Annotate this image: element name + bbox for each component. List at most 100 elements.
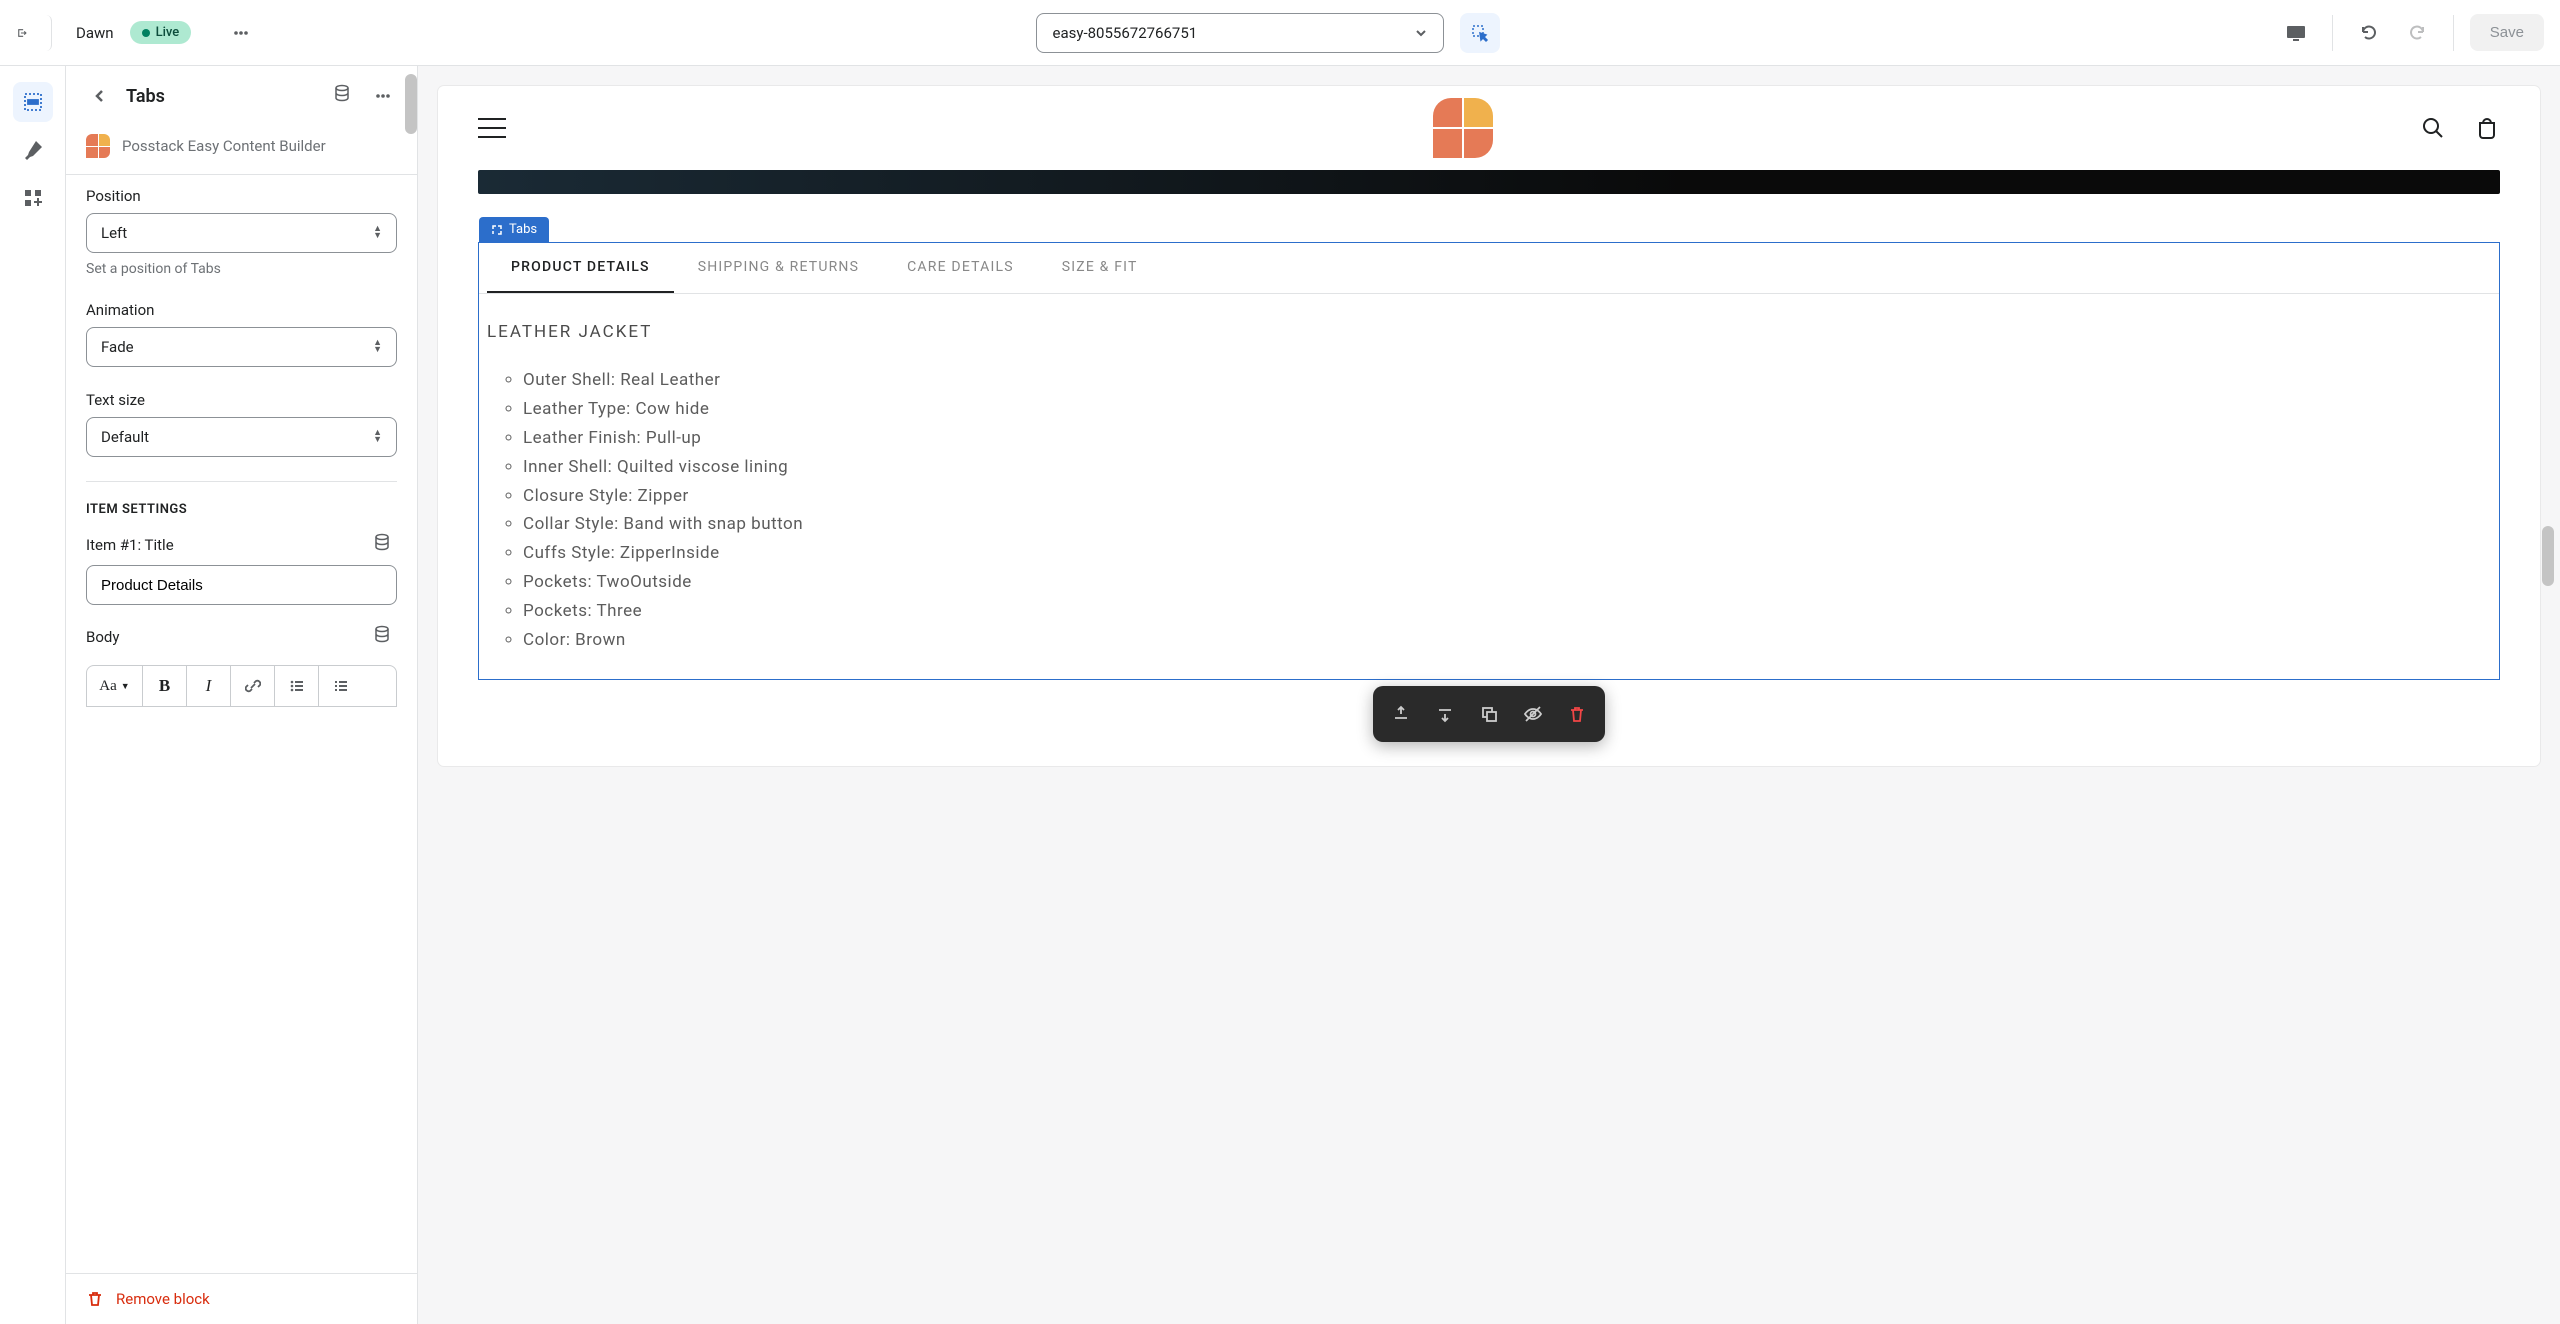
database-icon	[333, 84, 351, 102]
menu-button[interactable]	[478, 118, 506, 138]
dots-icon	[232, 24, 250, 42]
item1-title-label: Item #1: Title	[86, 536, 174, 554]
list-item: Cuffs Style: ZipperInside	[523, 539, 2491, 568]
body-label: Body	[86, 628, 119, 646]
bullet-list-icon	[289, 678, 305, 694]
undo-icon	[2359, 23, 2379, 43]
undo-button[interactable]	[2349, 13, 2389, 53]
desktop-icon	[2286, 24, 2306, 42]
cart-icon[interactable]	[2474, 115, 2500, 141]
apps-icon	[22, 187, 44, 209]
delete-button[interactable]	[1557, 694, 1597, 734]
app-logo-icon	[86, 134, 110, 158]
list-item: Inner Shell: Quilted viscose lining	[523, 453, 2491, 482]
redo-button[interactable]	[2397, 13, 2437, 53]
position-label: Position	[86, 187, 397, 205]
database-icon	[373, 625, 391, 643]
trash-icon	[86, 1290, 104, 1308]
number-list-icon	[333, 678, 349, 694]
store-header	[438, 86, 2540, 170]
tab-size-fit[interactable]: SIZE & FIT	[1038, 243, 1162, 293]
save-button[interactable]: Save	[2470, 14, 2544, 51]
rail-app-embeds[interactable]	[13, 178, 53, 218]
redo-icon	[2407, 23, 2427, 43]
preview-canvas: Tabs PRODUCT DETAILS SHIPPING & RETURNS …	[438, 86, 2540, 766]
rail-theme-settings[interactable]	[13, 130, 53, 170]
list-item: Pockets: TwoOutside	[523, 568, 2491, 597]
exit-editor-button[interactable]	[16, 15, 52, 51]
select-caret-icon: ▲▼	[373, 226, 382, 240]
exit-icon	[16, 23, 27, 43]
position-select[interactable]: Left ▲▼	[86, 213, 397, 253]
sections-icon	[22, 91, 44, 113]
chevron-down-icon	[1415, 27, 1427, 39]
animation-select[interactable]: Fade ▲▼	[86, 327, 397, 367]
rail-sections[interactable]	[13, 82, 53, 122]
select-caret-icon: ▲▼	[373, 430, 382, 444]
rte-link-button[interactable]	[231, 666, 275, 706]
left-rail	[0, 66, 66, 1324]
move-down-button[interactable]	[1425, 694, 1465, 734]
paintbrush-icon	[22, 139, 44, 161]
rte-bold-button[interactable]: B	[143, 666, 187, 706]
text-size-select[interactable]: Default ▲▼	[86, 417, 397, 457]
back-button[interactable]	[86, 82, 114, 110]
app-row[interactable]: Posstack Easy Content Builder	[66, 126, 417, 175]
search-icon[interactable]	[2420, 115, 2446, 141]
theme-name: Dawn	[76, 24, 114, 42]
tab-shipping-returns[interactable]: SHIPPING & RETURNS	[674, 243, 883, 293]
hide-button[interactable]	[1513, 694, 1553, 734]
expand-icon	[491, 224, 503, 236]
viewport-desktop-button[interactable]	[2276, 13, 2316, 53]
list-item: Pockets: Three	[523, 597, 2491, 626]
block-float-toolbar	[1373, 686, 1605, 742]
list-item: Color: Brown	[523, 626, 2491, 655]
move-up-button[interactable]	[1381, 694, 1421, 734]
list-item: Closure Style: Zipper	[523, 482, 2491, 511]
sidebar-more-button[interactable]	[369, 82, 397, 110]
tab-nav: PRODUCT DETAILS SHIPPING & RETURNS CARE …	[479, 243, 2499, 294]
dynamic-source-button[interactable]	[333, 84, 357, 108]
content-heading: LEATHER JACKET	[487, 322, 2491, 342]
rte-paragraph-button[interactable]: Aa ▼	[87, 666, 143, 706]
settings-sidebar: Tabs Posstack Easy Content Builder Posit…	[66, 66, 418, 1324]
tab-product-details[interactable]: PRODUCT DETAILS	[487, 243, 674, 293]
body-dynamic-source-button[interactable]	[373, 625, 397, 649]
item-settings-heading: ITEM SETTINGS	[66, 494, 417, 525]
list-item: Leather Type: Cow hide	[523, 395, 2491, 424]
link-icon	[245, 678, 261, 694]
topbar: Dawn Live easy-8055672766751 Save	[0, 0, 2560, 66]
store-logo[interactable]	[1433, 98, 1493, 158]
rte-toolbar: Aa ▼ B I	[86, 665, 397, 707]
product-image	[478, 170, 2500, 194]
details-list: Outer Shell: Real Leather Leather Type: …	[487, 366, 2491, 655]
inspector-toggle[interactable]	[1460, 13, 1500, 53]
chevron-left-icon	[93, 89, 107, 103]
list-item: Leather Finish: Pull-up	[523, 424, 2491, 453]
block-label: Tabs	[479, 217, 549, 242]
item1-title-input[interactable]	[86, 565, 397, 605]
rte-bullet-list-button[interactable]	[275, 666, 319, 706]
inspector-icon	[1470, 23, 1490, 43]
tabs-block[interactable]: Tabs PRODUCT DETAILS SHIPPING & RETURNS …	[478, 242, 2500, 680]
theme-more-button[interactable]	[223, 15, 259, 51]
dots-icon	[374, 87, 392, 105]
sidebar-scrollbar[interactable]	[405, 74, 417, 134]
tab-content: LEATHER JACKET Outer Shell: Real Leather…	[479, 294, 2499, 679]
database-icon	[373, 533, 391, 551]
text-size-label: Text size	[86, 391, 397, 409]
page-selector[interactable]: easy-8055672766751	[1036, 13, 1444, 53]
app-name: Posstack Easy Content Builder	[122, 137, 326, 155]
live-badge: Live	[130, 21, 192, 44]
duplicate-button[interactable]	[1469, 694, 1509, 734]
list-item: Collar Style: Band with snap button	[523, 510, 2491, 539]
rte-number-list-button[interactable]	[319, 666, 363, 706]
animation-label: Animation	[86, 301, 397, 319]
select-caret-icon: ▲▼	[373, 340, 382, 354]
rte-italic-button[interactable]: I	[187, 666, 231, 706]
remove-block-button[interactable]: Remove block	[66, 1273, 417, 1324]
tab-care-details[interactable]: CARE DETAILS	[883, 243, 1038, 293]
sidebar-title: Tabs	[126, 86, 321, 107]
item1-dynamic-source-button[interactable]	[373, 533, 397, 557]
canvas-scrollbar[interactable]	[2542, 526, 2554, 586]
